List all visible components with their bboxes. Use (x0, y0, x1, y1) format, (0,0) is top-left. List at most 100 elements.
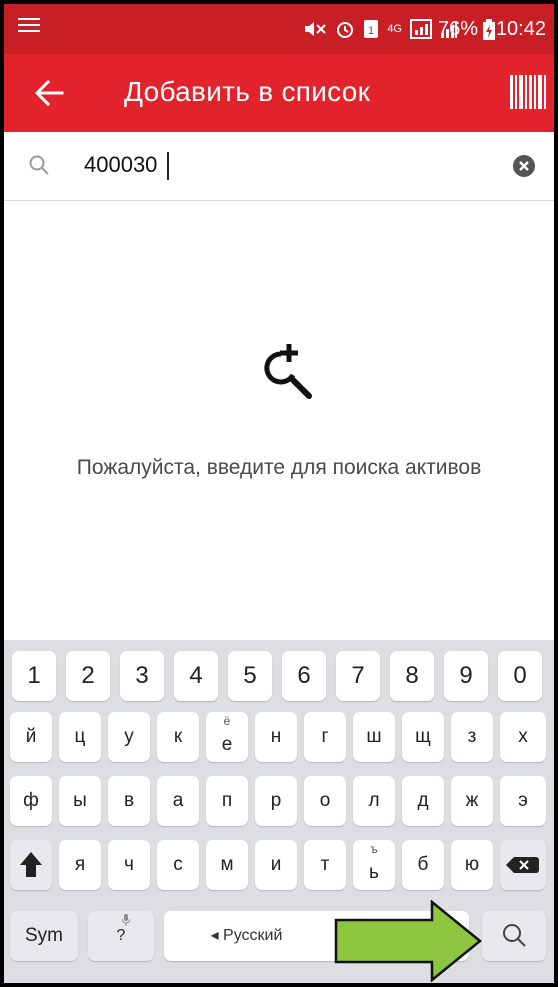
key-label: в (123, 790, 135, 811)
search-icon (29, 155, 49, 175)
key-label: 1 (27, 662, 41, 689)
key-label: а (172, 790, 184, 811)
key-н[interactable]: н (255, 712, 297, 762)
key-а[interactable]: а (157, 776, 199, 826)
page-title: Добавить в список (124, 76, 371, 107)
key-е[interactable]: ё е (206, 712, 248, 762)
status-icons: 1 4G (303, 17, 458, 41)
key-3[interactable]: 3 (120, 651, 164, 701)
key-л[interactable]: л (353, 776, 395, 826)
key-6[interactable]: 6 (282, 651, 326, 701)
key-7[interactable]: 7 (336, 651, 380, 701)
status-bar: 1 4G 76% 10:42 (4, 4, 554, 54)
key-ы[interactable]: ы (59, 776, 101, 826)
key-label: с (173, 854, 183, 875)
search-key-icon (503, 924, 526, 947)
key-label: к (173, 726, 183, 747)
key-label: я (74, 854, 86, 875)
backspace-key[interactable] (500, 840, 546, 890)
key-label: г (321, 726, 329, 747)
key-label: 8 (405, 662, 419, 689)
key-ш[interactable]: ш (353, 712, 395, 762)
key-label: 3 (135, 662, 149, 689)
key-ж[interactable]: ж (451, 776, 493, 826)
key-4[interactable]: 4 (174, 651, 218, 701)
svg-text:1: 1 (368, 25, 374, 37)
key-п[interactable]: п (206, 776, 248, 826)
key-label: щ (415, 726, 431, 747)
key-label: б (417, 854, 429, 875)
key-я[interactable]: я (59, 840, 101, 890)
key-0[interactable]: 0 (498, 651, 542, 701)
key-у[interactable]: у (108, 712, 150, 762)
sim-icon: 1 (364, 20, 379, 38)
key-ч[interactable]: ч (108, 840, 150, 890)
key-label: у (124, 726, 134, 747)
key-с[interactable]: с (157, 840, 199, 890)
key-8[interactable]: 8 (390, 651, 434, 701)
backspace-icon (506, 857, 539, 873)
key-label: 0 (513, 662, 527, 689)
key-label: 4 (189, 662, 203, 689)
text-caret (167, 152, 169, 180)
battery-percent: 76% (437, 18, 478, 40)
key-й[interactable]: й (10, 712, 52, 762)
key-alt-label: ъ (370, 842, 378, 856)
key-д[interactable]: д (402, 776, 444, 826)
shift-key[interactable] (10, 840, 52, 890)
key-alt-label: ё (223, 714, 231, 728)
clock: 10:42 (495, 18, 546, 40)
key-о[interactable]: о (304, 776, 346, 826)
key-т[interactable]: т (304, 840, 346, 890)
key-9[interactable]: 9 (444, 651, 488, 701)
key-щ[interactable]: щ (402, 712, 444, 762)
clear-icon[interactable] (512, 154, 536, 178)
barcode-icon[interactable] (508, 73, 548, 111)
key-х[interactable]: х (500, 712, 546, 762)
key-label: м (220, 854, 234, 875)
key-label: 5 (243, 662, 257, 689)
search-input[interactable] (84, 146, 484, 184)
key-э[interactable]: э (500, 776, 546, 826)
key-ю[interactable]: ю (451, 840, 493, 890)
key-в[interactable]: в (108, 776, 150, 826)
key-5[interactable]: 5 (228, 651, 272, 701)
network-4g-label: 4G (387, 23, 402, 35)
key-label: й (25, 726, 37, 747)
sym-key[interactable]: Sym (10, 911, 78, 961)
key-label: э (518, 790, 528, 811)
key-з[interactable]: з (451, 712, 493, 762)
key-label: е (221, 734, 233, 755)
key-ф[interactable]: ф (10, 776, 52, 826)
key-label: 9 (459, 662, 473, 689)
key-label: ф (23, 790, 39, 811)
notification-list-icon (18, 16, 40, 40)
key-и[interactable]: и (255, 840, 297, 890)
key-1[interactable]: 1 (12, 651, 56, 701)
key-label: 2 (81, 662, 95, 689)
key-м[interactable]: м (206, 840, 248, 890)
key-ц[interactable]: ц (59, 712, 101, 762)
key-label: т (320, 854, 330, 875)
key-label: п (221, 790, 233, 811)
key-р[interactable]: р (255, 776, 297, 826)
alarm-icon (337, 22, 354, 38)
app-toolbar: Добавить в список (4, 54, 554, 132)
key-2[interactable]: 2 (66, 651, 110, 701)
key-label: р (270, 790, 282, 811)
key-б[interactable]: б (402, 840, 444, 890)
phone-screen: 1 4G 76% 10:42 Добавить в список 400030 … (4, 4, 554, 983)
key-label: и (270, 854, 282, 875)
key-ь[interactable]: ъ ь (353, 840, 395, 890)
battery-charging-icon (483, 19, 495, 40)
key-label: 6 (297, 662, 311, 689)
key-label: ь (369, 862, 379, 883)
search-key[interactable] (482, 911, 546, 961)
key-г[interactable]: г (304, 712, 346, 762)
key-label: ч (124, 854, 134, 875)
question-key[interactable]: ? (88, 911, 154, 961)
key-к[interactable]: к (157, 712, 199, 762)
back-arrow-icon[interactable] (28, 72, 70, 114)
key-label: ц (74, 726, 86, 747)
key-label: з (467, 726, 477, 747)
